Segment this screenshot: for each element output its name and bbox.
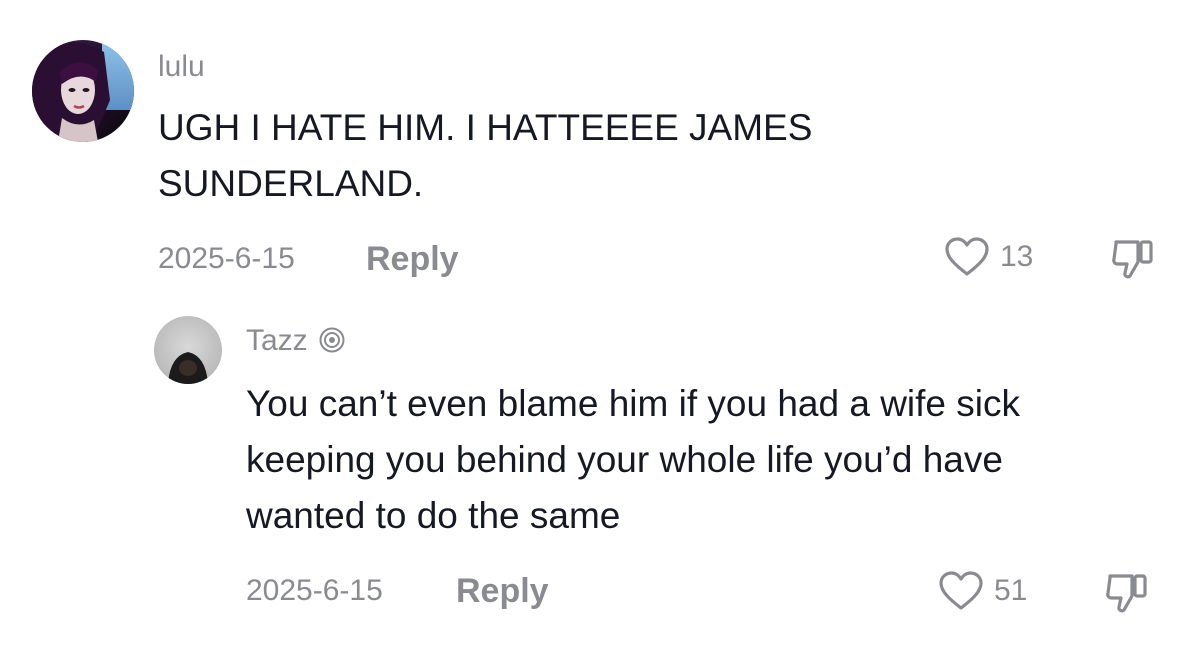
username[interactable]: lulu xyxy=(158,52,205,82)
comment-date: 2025-6-15 xyxy=(246,574,383,607)
avatar[interactable] xyxy=(32,40,134,142)
heart-outline-icon xyxy=(939,571,983,610)
dislike-button[interactable] xyxy=(1104,570,1150,621)
reply-button[interactable]: Reply xyxy=(456,574,549,608)
comment-date: 2025-6-15 xyxy=(158,242,295,275)
like-button[interactable]: 13 xyxy=(944,236,1033,278)
reply-button[interactable]: Reply xyxy=(366,242,459,276)
comment-text-line: keeping you behind your whole life you’d… xyxy=(246,439,1003,480)
comment-text-line: wanted to do the same xyxy=(246,495,621,536)
comment-text-line: SUNDERLAND. xyxy=(158,163,424,204)
concentric-circle-icon xyxy=(319,327,345,353)
comment-text-line: UGH I HATE HIM. I HATTEEEE JAMES xyxy=(158,107,813,148)
username[interactable]: Tazz xyxy=(246,326,346,356)
heart-outline-icon xyxy=(945,237,989,276)
like-button[interactable]: 51 xyxy=(938,570,1027,612)
like-count: 13 xyxy=(1000,240,1034,273)
dislike-button[interactable] xyxy=(1110,236,1156,287)
thumbs-down-icon xyxy=(1106,574,1147,613)
comment-text-line: You can’t even blame him if you had a wi… xyxy=(246,383,1021,424)
like-count: 51 xyxy=(994,574,1028,607)
thumbs-down-icon xyxy=(1112,240,1153,279)
avatar[interactable] xyxy=(154,316,222,384)
comment-text: UGH I HATE HIM. I HATTEEEE JAMES SUNDERL… xyxy=(158,100,812,212)
comment-text: You can’t even blame him if you had a wi… xyxy=(246,376,1020,544)
username-label: Tazz xyxy=(246,324,308,357)
